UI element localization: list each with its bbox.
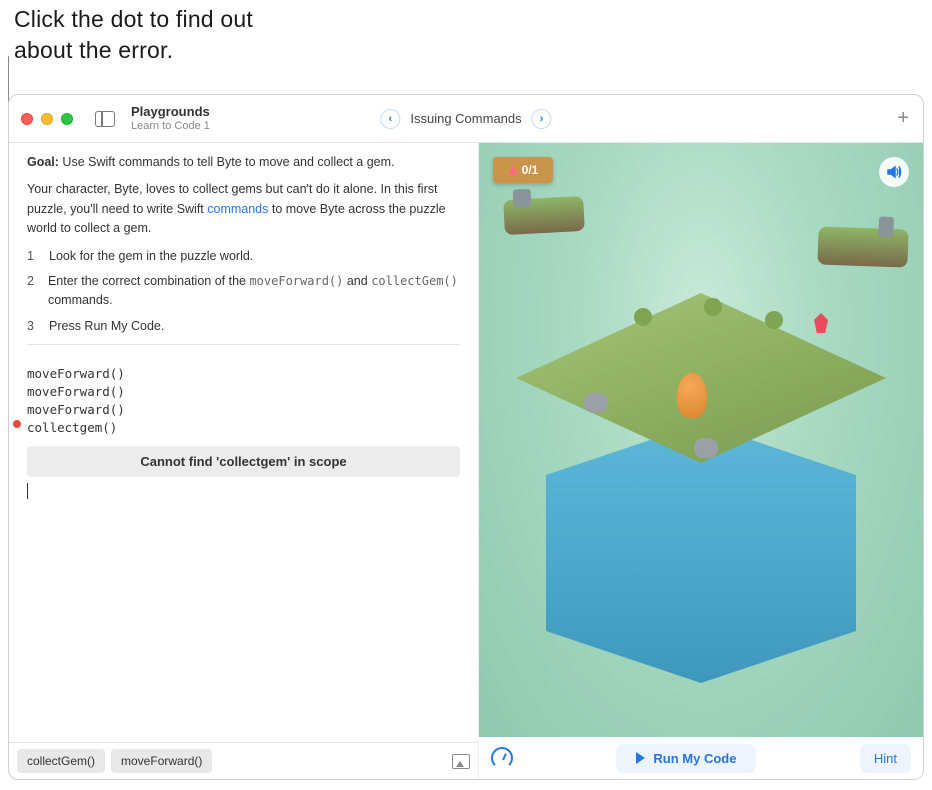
minimize-button[interactable] xyxy=(41,113,53,125)
step-text: Look for the gem in the puzzle world. xyxy=(49,247,253,266)
gem xyxy=(814,313,828,333)
callout-line-2: about the error. xyxy=(14,37,173,63)
goal-label: Goal: xyxy=(27,155,59,169)
callout-text: Click the dot to find out about the erro… xyxy=(14,4,253,66)
step-1: 1 Look for the gem in the puzzle world. xyxy=(27,247,460,266)
suggestion-collectgem[interactable]: collectGem() xyxy=(17,749,105,773)
suggestion-moveforward[interactable]: moveForward() xyxy=(111,749,212,773)
tree xyxy=(765,311,783,329)
close-button[interactable] xyxy=(21,113,33,125)
speaker-icon xyxy=(886,164,902,180)
editor-pane: Goal: Use Swift commands to tell Byte to… xyxy=(9,143,479,779)
preview-toolbar: Run My Code Hint xyxy=(479,737,923,779)
goal-line: Goal: Use Swift commands to tell Byte to… xyxy=(27,153,460,172)
step-text: Press Run My Code. xyxy=(49,317,164,336)
maximize-button[interactable] xyxy=(61,113,73,125)
gem-counter-badge: 0/1 xyxy=(493,157,553,183)
instructions: Goal: Use Swift commands to tell Byte to… xyxy=(9,143,478,363)
game-scene[interactable]: 0/1 xyxy=(479,143,923,737)
suggestion-bar: collectGem() moveForward() xyxy=(9,742,478,779)
step-text: Enter the correct combination of the mov… xyxy=(48,272,460,311)
image-icon[interactable] xyxy=(452,754,470,769)
error-dot[interactable] xyxy=(13,420,21,428)
code-line[interactable]: moveForward() xyxy=(27,365,460,383)
prev-page-button[interactable]: ‹ xyxy=(380,109,400,129)
run-label: Run My Code xyxy=(653,751,736,766)
app-window: Playgrounds Learn to Code 1 ‹ Issuing Co… xyxy=(8,94,924,780)
step-2: 2 Enter the correct combination of the m… xyxy=(27,272,460,311)
callout-line-1: Click the dot to find out xyxy=(14,6,253,32)
window-controls xyxy=(21,113,73,125)
content-area: Goal: Use Swift commands to tell Byte to… xyxy=(9,143,923,779)
app-subtitle: Learn to Code 1 xyxy=(131,120,210,132)
commands-link[interactable]: commands xyxy=(207,202,268,216)
title-stack: Playgrounds Learn to Code 1 xyxy=(131,105,210,131)
step-num: 1 xyxy=(27,247,35,266)
steps-list: 1 Look for the gem in the puzzle world. … xyxy=(27,247,460,337)
sound-button[interactable] xyxy=(879,157,909,187)
sidebar-toggle-icon[interactable] xyxy=(95,111,115,127)
code-line[interactable]: moveForward() xyxy=(27,383,460,401)
tree xyxy=(634,308,652,326)
floating-island xyxy=(817,226,908,267)
step-3: 3 Press Run My Code. xyxy=(27,317,460,336)
code-line[interactable]: collectgem() xyxy=(27,419,460,437)
error-banner[interactable]: Cannot find 'collectgem' in scope xyxy=(27,446,460,477)
titlebar: Playgrounds Learn to Code 1 ‹ Issuing Co… xyxy=(9,95,923,143)
next-page-button[interactable]: › xyxy=(532,109,552,129)
code-line[interactable]: moveForward() xyxy=(27,401,460,419)
divider xyxy=(27,344,460,345)
rock xyxy=(584,393,608,413)
step-num: 2 xyxy=(27,272,34,311)
preview-pane: 0/1 Run My Code xyxy=(479,143,923,779)
hint-button[interactable]: Hint xyxy=(860,744,911,773)
floating-island xyxy=(503,196,585,235)
tree xyxy=(704,298,722,316)
intro-paragraph: Your character, Byte, loves to collect g… xyxy=(27,180,460,238)
page-nav: ‹ Issuing Commands › xyxy=(380,109,551,129)
add-button[interactable]: + xyxy=(897,107,909,130)
run-button[interactable]: Run My Code xyxy=(616,744,756,773)
text-cursor xyxy=(27,483,28,499)
gem-counter: 0/1 xyxy=(522,163,539,177)
rock xyxy=(694,438,718,458)
goal-text: Use Swift commands to tell Byte to move … xyxy=(59,155,395,169)
page-title: Issuing Commands xyxy=(410,111,521,126)
step-num: 3 xyxy=(27,317,35,336)
app-title: Playgrounds xyxy=(131,105,210,119)
speed-icon[interactable] xyxy=(491,747,513,769)
byte-character xyxy=(677,373,707,418)
code-editor[interactable]: moveForward() moveForward() moveForward(… xyxy=(9,363,478,440)
